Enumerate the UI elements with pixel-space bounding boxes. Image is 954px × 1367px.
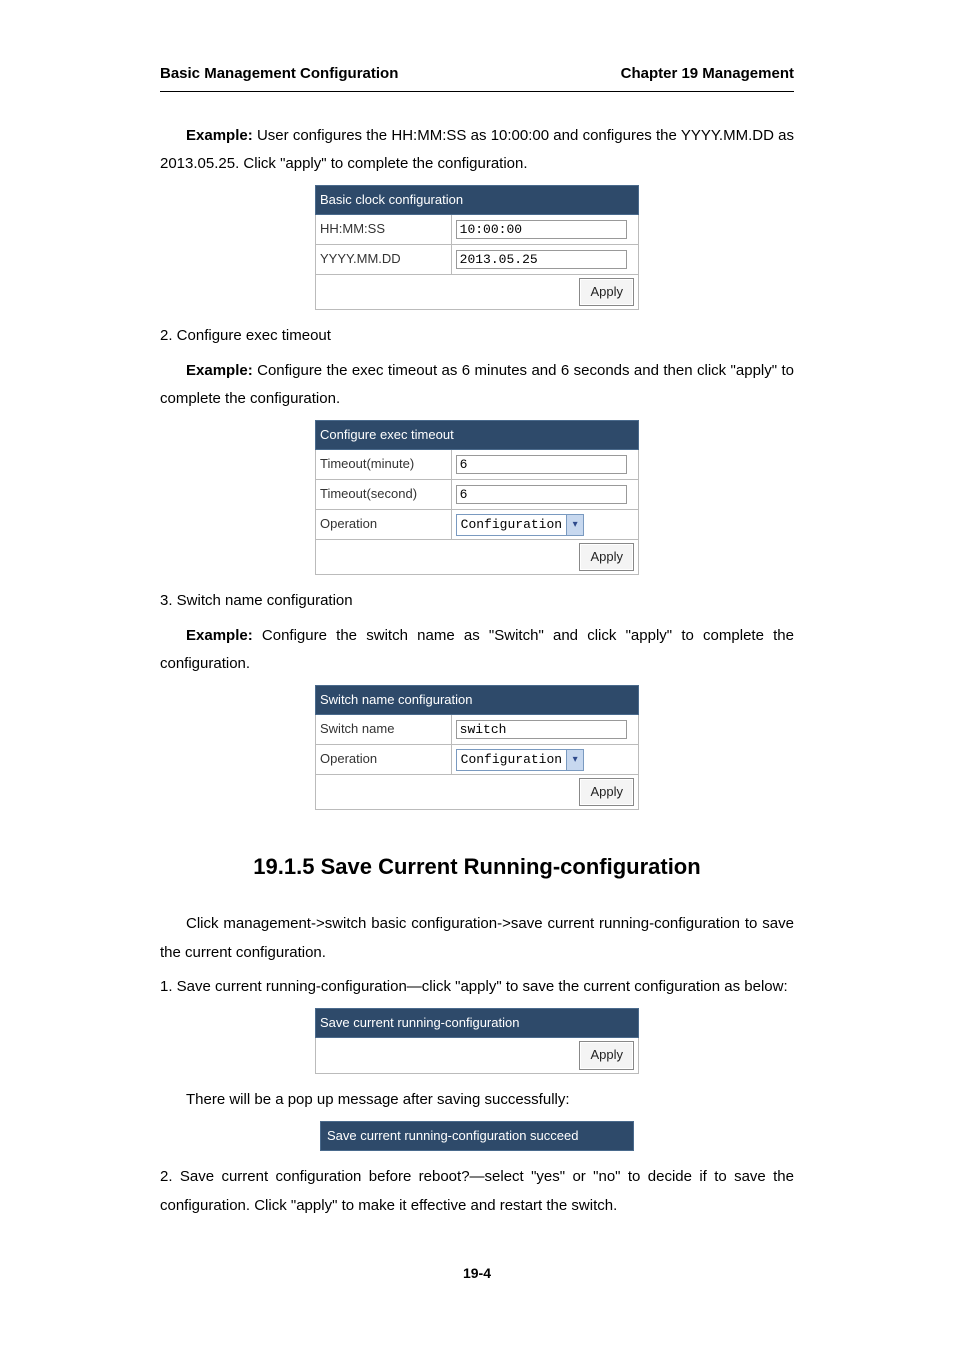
switch-operation-label: Operation	[316, 745, 452, 775]
section-item-2: 2. Save current configuration before reb…	[160, 1163, 794, 1220]
timeout-second-label: Timeout(second)	[316, 480, 452, 510]
timeout-config-title: Configure exec timeout	[316, 420, 639, 450]
save-apply-button[interactable]: Apply	[579, 1041, 634, 1070]
timeout-apply-button[interactable]: Apply	[579, 543, 634, 572]
timeout-second-input[interactable]	[456, 485, 627, 504]
clock-config-title: Basic clock configuration	[316, 185, 639, 215]
example-3-text: Example: Configure the switch name as "S…	[160, 622, 794, 679]
save-succeed-message: Save current running-configuration succe…	[320, 1121, 634, 1152]
hhmmss-label: HH:MM:SS	[316, 215, 452, 245]
switch-operation-value: Configuration	[457, 748, 566, 773]
header-right: Chapter 19 Management	[621, 60, 794, 89]
example-2-body: Configure the exec timeout as 6 minutes …	[160, 362, 794, 408]
popup-intro: There will be a pop up message after sav…	[160, 1086, 794, 1115]
page-number: 19-4	[160, 1260, 794, 1287]
example-1-label: Example:	[186, 127, 253, 144]
example-1-body: User configures the HH:MM:SS as 10:00:00…	[160, 127, 794, 173]
chevron-down-icon: ▾	[566, 750, 583, 770]
timeout-operation-value: Configuration	[457, 513, 566, 538]
save-config-table: Save current running-configuration Apply	[315, 1008, 639, 1074]
switch-name-input[interactable]	[456, 720, 627, 739]
switch-operation-select[interactable]: Configuration ▾	[456, 749, 584, 771]
switch-name-config-table: Switch name configuration Switch name Op…	[315, 685, 639, 811]
section-intro: Click management->switch basic configura…	[160, 910, 794, 967]
clock-config-table: Basic clock configuration HH:MM:SS YYYY.…	[315, 185, 639, 311]
section-item-1: 1. Save current running-configuration—cl…	[160, 973, 794, 1002]
chevron-down-icon: ▾	[566, 515, 583, 535]
timeout-operation-select[interactable]: Configuration ▾	[456, 514, 584, 536]
header-left: Basic Management Configuration	[160, 60, 398, 89]
example-3-label: Example:	[186, 627, 253, 644]
example-2-label: Example:	[186, 362, 253, 379]
save-config-title: Save current running-configuration	[316, 1008, 639, 1038]
hhmmss-input[interactable]	[456, 220, 627, 239]
clock-apply-button[interactable]: Apply	[579, 278, 634, 307]
timeout-minute-label: Timeout(minute)	[316, 450, 452, 480]
example-3-body: Configure the switch name as "Switch" an…	[160, 627, 794, 673]
switch-name-config-title: Switch name configuration	[316, 685, 639, 715]
yyyymmdd-input[interactable]	[456, 250, 627, 269]
timeout-config-table: Configure exec timeout Timeout(minute) T…	[315, 420, 639, 575]
timeout-minute-input[interactable]	[456, 455, 627, 474]
page-header: Basic Management Configuration Chapter 1…	[160, 60, 794, 92]
switch-apply-button[interactable]: Apply	[579, 778, 634, 807]
switch-name-label: Switch name	[316, 715, 452, 745]
example-1-text: Example: User configures the HH:MM:SS as…	[160, 122, 794, 179]
item-2-title: 2. Configure exec timeout	[160, 322, 794, 351]
timeout-operation-label: Operation	[316, 509, 452, 539]
item-3-title: 3. Switch name configuration	[160, 587, 794, 616]
yyyymmdd-label: YYYY.MM.DD	[316, 244, 452, 274]
section-title: 19.1.5 Save Current Running-configuratio…	[160, 846, 794, 888]
example-2-text: Example: Configure the exec timeout as 6…	[160, 357, 794, 414]
